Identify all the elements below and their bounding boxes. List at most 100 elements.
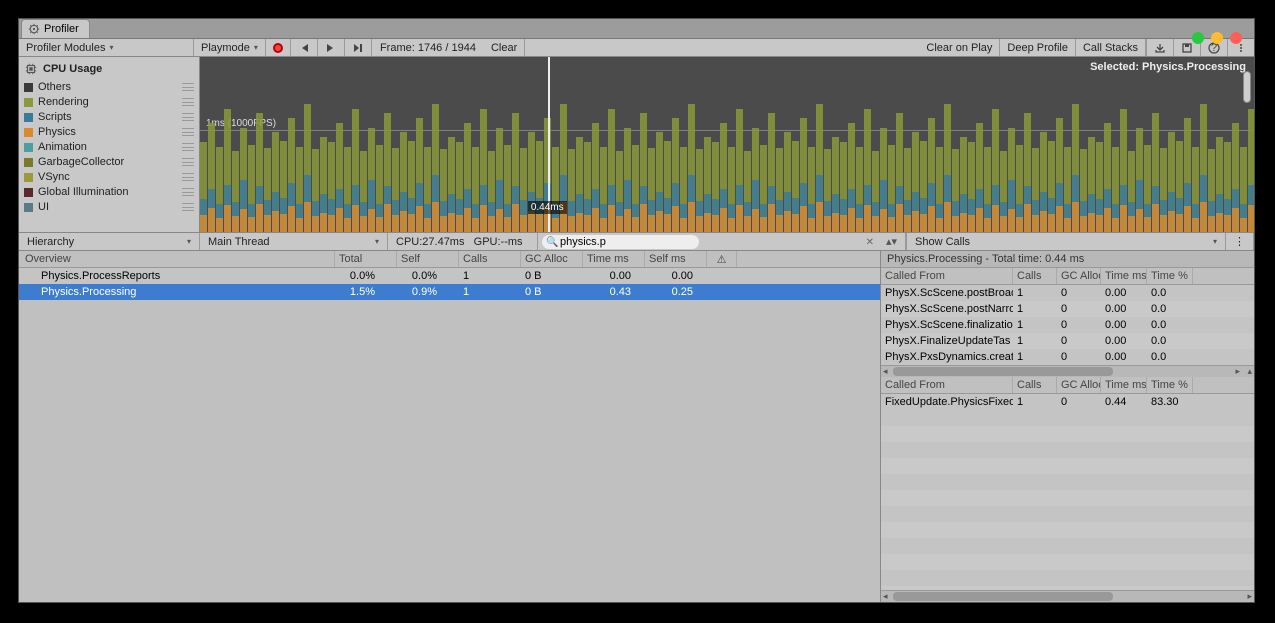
close-dot[interactable] [1230, 32, 1242, 44]
col-pct[interactable]: Time % [1147, 268, 1193, 284]
cpu-icon [24, 62, 38, 76]
drag-icon[interactable] [182, 188, 194, 196]
category-physics[interactable]: Physics [24, 125, 194, 139]
drag-icon[interactable] [182, 98, 194, 106]
col-gc[interactable]: GC Alloc [521, 251, 583, 267]
table-row[interactable]: PhysX.ScScene.postBroad100.000.0 [881, 285, 1254, 301]
callers-header[interactable]: Called From Calls GC Alloc Time ms▾ Time… [881, 268, 1254, 285]
clear-on-play-toggle[interactable]: Clear on Play [919, 39, 1000, 56]
col-calls2[interactable]: Calls [1013, 268, 1057, 284]
hierarchy-table: Overview Total Self Calls GC Alloc Time … [19, 251, 881, 602]
tab-profiler[interactable]: Profiler [21, 19, 90, 38]
filter-bar: Hierarchy Main Thread CPU:27.47ms GPU:--… [19, 233, 1254, 251]
show-calls-dropdown[interactable]: Show Calls [906, 233, 1226, 250]
category-animation[interactable]: Animation [24, 140, 194, 154]
col-time2[interactable]: Time ms▾ [1101, 268, 1147, 284]
col-total[interactable]: Total [335, 251, 397, 267]
table-row[interactable]: PhysX.FinalizeUpdateTas100.000.0 [881, 333, 1254, 349]
load-button[interactable] [1146, 39, 1173, 56]
table-row[interactable]: PhysX.PxsDynamics.creat100.000.0 [881, 349, 1254, 365]
category-ui[interactable]: UI [24, 200, 194, 214]
timeline-chart[interactable]: Selected: Physics.Processing 1ms (1000FP… [200, 57, 1254, 232]
profiler-modules-label: Profiler Modules [26, 42, 105, 54]
callers-hscroll[interactable]: ◂ ▸ ▴ [881, 365, 1254, 377]
drag-icon[interactable] [182, 173, 194, 181]
table-row[interactable]: FixedUpdate.PhysicsFixed100.4483.30 [881, 394, 1254, 410]
frame-first-button[interactable] [291, 39, 318, 56]
category-vsync[interactable]: VSync [24, 170, 194, 184]
drag-icon[interactable] [182, 83, 194, 91]
col-calls[interactable]: Calls [459, 251, 521, 267]
col-self[interactable]: Self [397, 251, 459, 267]
table-row[interactable]: PhysX.ScScene.postNarro100.000.0 [881, 301, 1254, 317]
category-label: Others [38, 81, 71, 93]
swatch-icon [24, 98, 33, 107]
toolbar: Profiler Modules Playmode Frame: 1746 / … [19, 39, 1254, 57]
swatch-icon [24, 173, 33, 182]
cpu-usage-panel: CPU Usage Others Rendering Scripts Physics A… [19, 57, 200, 232]
col-selfms[interactable]: Self ms [645, 251, 707, 267]
chart-scroll-handle[interactable] [1243, 71, 1251, 103]
drag-icon[interactable] [182, 203, 194, 211]
category-global illumination[interactable]: Global Illumination [24, 185, 194, 199]
clear-search-icon[interactable]: ✕ [866, 237, 874, 248]
profiler-icon [28, 23, 40, 35]
search-input[interactable] [542, 235, 699, 249]
swatch-icon [24, 143, 33, 152]
table-row[interactable]: Physics.Processing1.5%0.9%10 B0.430.25 [19, 284, 880, 300]
search-field[interactable]: 🔍 ✕ ▴▾ [538, 233, 906, 250]
deep-profile-toggle[interactable]: Deep Profile [1000, 39, 1076, 56]
drag-icon[interactable] [182, 158, 194, 166]
drag-icon[interactable] [182, 128, 194, 136]
parents-hscroll[interactable]: ◂ ▸ [881, 590, 1254, 602]
parents-header[interactable]: Called From Calls GC Alloc Time ms▾ Time… [881, 377, 1254, 394]
maximize-dot[interactable] [1192, 32, 1204, 44]
clear-button[interactable]: Clear [484, 39, 525, 56]
swatch-icon [24, 113, 33, 122]
clear-label: Clear [491, 42, 517, 54]
profiler-modules-dropdown[interactable]: Profiler Modules [19, 39, 194, 56]
playmode-dropdown[interactable]: Playmode [194, 39, 266, 56]
record-button[interactable] [266, 39, 291, 56]
table-row[interactable]: PhysX.ScScene.finalizatio100.000.0 [881, 317, 1254, 333]
search-icon: 🔍 [546, 237, 558, 248]
hierarchy-body[interactable]: Physics.ProcessReports0.0%0.0%10 B0.000.… [19, 268, 880, 602]
minimize-dot[interactable] [1211, 32, 1223, 44]
tab-strip: Profiler [19, 19, 1254, 39]
col-called-from[interactable]: Called From [881, 268, 1013, 284]
frame-last-button[interactable] [318, 39, 345, 56]
cpu-usage-title[interactable]: CPU Usage [24, 60, 194, 80]
col-overview[interactable]: Overview [19, 251, 335, 267]
category-label: Physics [38, 126, 76, 138]
category-others[interactable]: Others [24, 80, 194, 94]
thread-label: Main Thread [208, 236, 270, 248]
frame-stats: CPU:27.47ms GPU:--ms [388, 233, 538, 250]
record-icon [273, 43, 283, 53]
category-garbagecollector[interactable]: GarbageCollector [24, 155, 194, 169]
call-stacks-toggle[interactable]: Call Stacks [1076, 39, 1146, 56]
col-gc2[interactable]: GC Alloc [1057, 268, 1101, 284]
swatch-icon [24, 158, 33, 167]
category-rendering[interactable]: Rendering [24, 95, 194, 109]
category-scripts[interactable]: Scripts [24, 110, 194, 124]
col-warn[interactable]: ⚠ [707, 251, 737, 267]
hierarchy-header[interactable]: Overview Total Self Calls GC Alloc Time … [19, 251, 880, 268]
category-list: Others Rendering Scripts Physics AnimationGa… [24, 80, 194, 214]
drag-icon[interactable] [182, 143, 194, 151]
thread-dropdown[interactable]: Main Thread [200, 233, 388, 250]
table-row[interactable]: Physics.ProcessReports0.0%0.0%10 B0.000.… [19, 268, 880, 284]
call-details-panel: Physics.Processing - Total time: 0.44 ms… [881, 251, 1254, 602]
view-mode-dropdown[interactable]: Hierarchy [19, 233, 200, 250]
callers-body[interactable]: PhysX.ScScene.postBroad100.000.0PhysX.Sc… [881, 285, 1254, 365]
chart-layer-physics [200, 202, 1254, 232]
window-controls[interactable] [1192, 32, 1242, 44]
col-time[interactable]: Time ms [583, 251, 645, 267]
search-nav[interactable]: ▴▾ [882, 235, 901, 248]
frame-current-button[interactable] [345, 39, 372, 56]
parents-body[interactable]: FixedUpdate.PhysicsFixed100.4483.30 [881, 394, 1254, 410]
drag-icon[interactable] [182, 113, 194, 121]
category-label: Rendering [38, 96, 89, 108]
details-empty-area [881, 410, 1254, 590]
details-menu-button[interactable]: ⋮ [1226, 233, 1254, 250]
call-stacks-label: Call Stacks [1083, 42, 1138, 54]
